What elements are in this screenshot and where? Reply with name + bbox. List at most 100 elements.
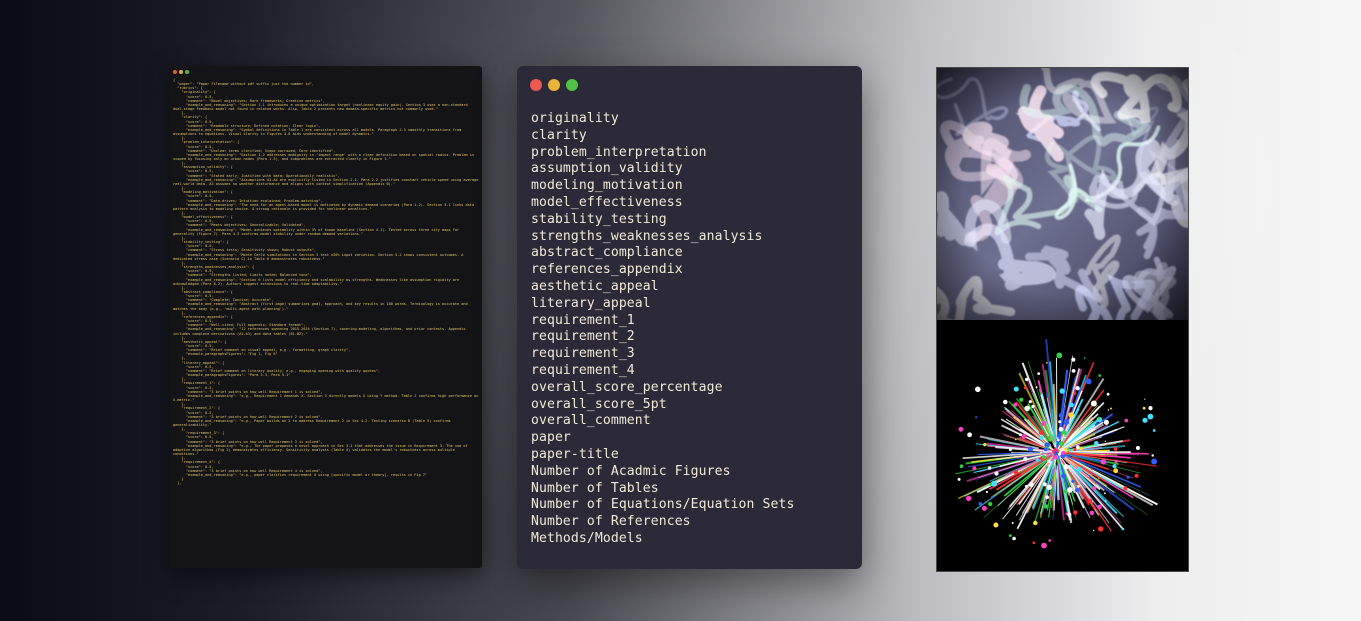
splatter-dot [1038,430,1044,435]
splatter-dot [978,502,983,506]
field-name-item: abstract_compliance [531,245,683,261]
splatter-dot [1046,484,1052,490]
splatter-dot [991,480,997,487]
splatter-dot [1063,464,1069,470]
splatter-dot [981,505,987,511]
splatter-dot [1135,446,1140,450]
close-window-button[interactable] [530,79,542,91]
field-name-item: assumption_validity [531,161,683,177]
splatter-dot [991,496,994,498]
splatter-dot [1033,520,1038,526]
minimize-window-button[interactable] [548,79,560,91]
splatter-dot [967,432,972,438]
splatter-dot [1126,475,1130,479]
splatter-dot [1071,357,1076,362]
splatter-dot [1094,441,1099,446]
splatter-dot [1056,352,1063,359]
splatter-dot [1019,397,1024,402]
splatter-dot [1114,459,1118,464]
field-name-item: model_effectiveness [531,194,683,210]
splatter-dot [1092,529,1095,532]
splatter-dot [1075,386,1080,391]
field-name-item: strengths_weaknesses_analysis [531,228,763,244]
field-name-item: aesthetic_appeal [531,278,659,294]
splatter-dot [1024,485,1028,488]
splatter-dot [1058,420,1062,424]
splatter-dot [1058,413,1063,418]
field-name-item: requirement_1 [531,312,635,328]
splatter-dot [1121,527,1125,531]
splatter-dot [1088,438,1091,440]
splatter-dot [1067,512,1072,517]
close-window-button[interactable] [173,70,177,74]
splatter-dot [1144,398,1146,400]
splatter-dot [1035,458,1039,462]
splatter-dot [1068,412,1074,418]
splatter-dot [1031,404,1035,409]
splatter-dot [1062,434,1065,437]
field-name-item: Number of Tables [531,480,659,496]
splatter-dot [1024,405,1030,412]
splatter-dot [1029,482,1034,487]
minimize-window-button[interactable] [179,70,183,74]
image-panel [936,67,1189,572]
splatter-dot [1090,400,1097,407]
field-name-item: requirement_4 [531,362,635,378]
splatter-dot [1013,386,1019,392]
field-name-item: requirement_3 [531,346,635,362]
field-name-item: literary_appeal [531,295,651,311]
splatter-dot [1048,539,1051,542]
splatter-dot [1042,482,1047,487]
splatter-dot [1123,486,1128,491]
splatter-dot [1045,495,1049,499]
splatter-dot [1073,447,1077,452]
splatter-dot [1043,447,1048,452]
splatter-dot [1045,417,1048,420]
splatter-dot [1098,526,1104,532]
splatter-dot [975,416,978,419]
field-name-item: overall_comment [531,413,651,429]
splatter-dot [1063,436,1066,439]
field-name-item: references_appendix [531,262,683,278]
splatter-dot [1092,486,1097,491]
splatter-dot [1059,441,1065,447]
maximize-window-button[interactable] [566,79,578,91]
splatter-dot [1063,419,1070,425]
splatter-dot [1112,464,1117,469]
splatter-dot [1043,504,1049,509]
splatter-dot [1073,392,1077,395]
splatter-dot [1077,485,1080,488]
splatter-dot [1147,413,1154,420]
splatter-dot [1055,448,1058,450]
splatter-dot [1052,451,1056,454]
splatter-dot [959,464,964,468]
splatter-dot [1061,450,1066,456]
splatter-dot [1037,372,1041,375]
field-name-item: requirement_2 [531,329,635,345]
field-name-item: problem_interpretation [531,144,707,160]
field-name-item: paper-title [531,446,619,462]
splatter-dot [1071,369,1076,373]
splatter-dot [983,442,987,447]
splatter-dot [1124,418,1129,423]
field-name-item: Number of Equations/Equation Sets [531,497,795,513]
splatter-dot [1023,457,1028,462]
splatter-dot [1151,458,1158,465]
splatter-dot [1057,452,1061,456]
splatter-dot [1104,492,1106,495]
splatter-dot [1075,487,1080,493]
splatter-dot [988,466,992,470]
splatter-dot [1021,434,1027,440]
splatter-dot [975,386,981,393]
splatter-dot [1046,362,1048,364]
splatter-dot [993,522,999,528]
splatter-dot [1057,437,1059,439]
splatter-dot [1142,406,1146,410]
splatter-dot [1079,446,1083,451]
splatter-dot [1097,477,1100,480]
maximize-window-button[interactable] [185,70,189,74]
field-name-item: paper [531,430,571,446]
splatter-dot [958,426,964,432]
splatter-dot [989,483,992,486]
splatter-dot [1152,429,1156,432]
